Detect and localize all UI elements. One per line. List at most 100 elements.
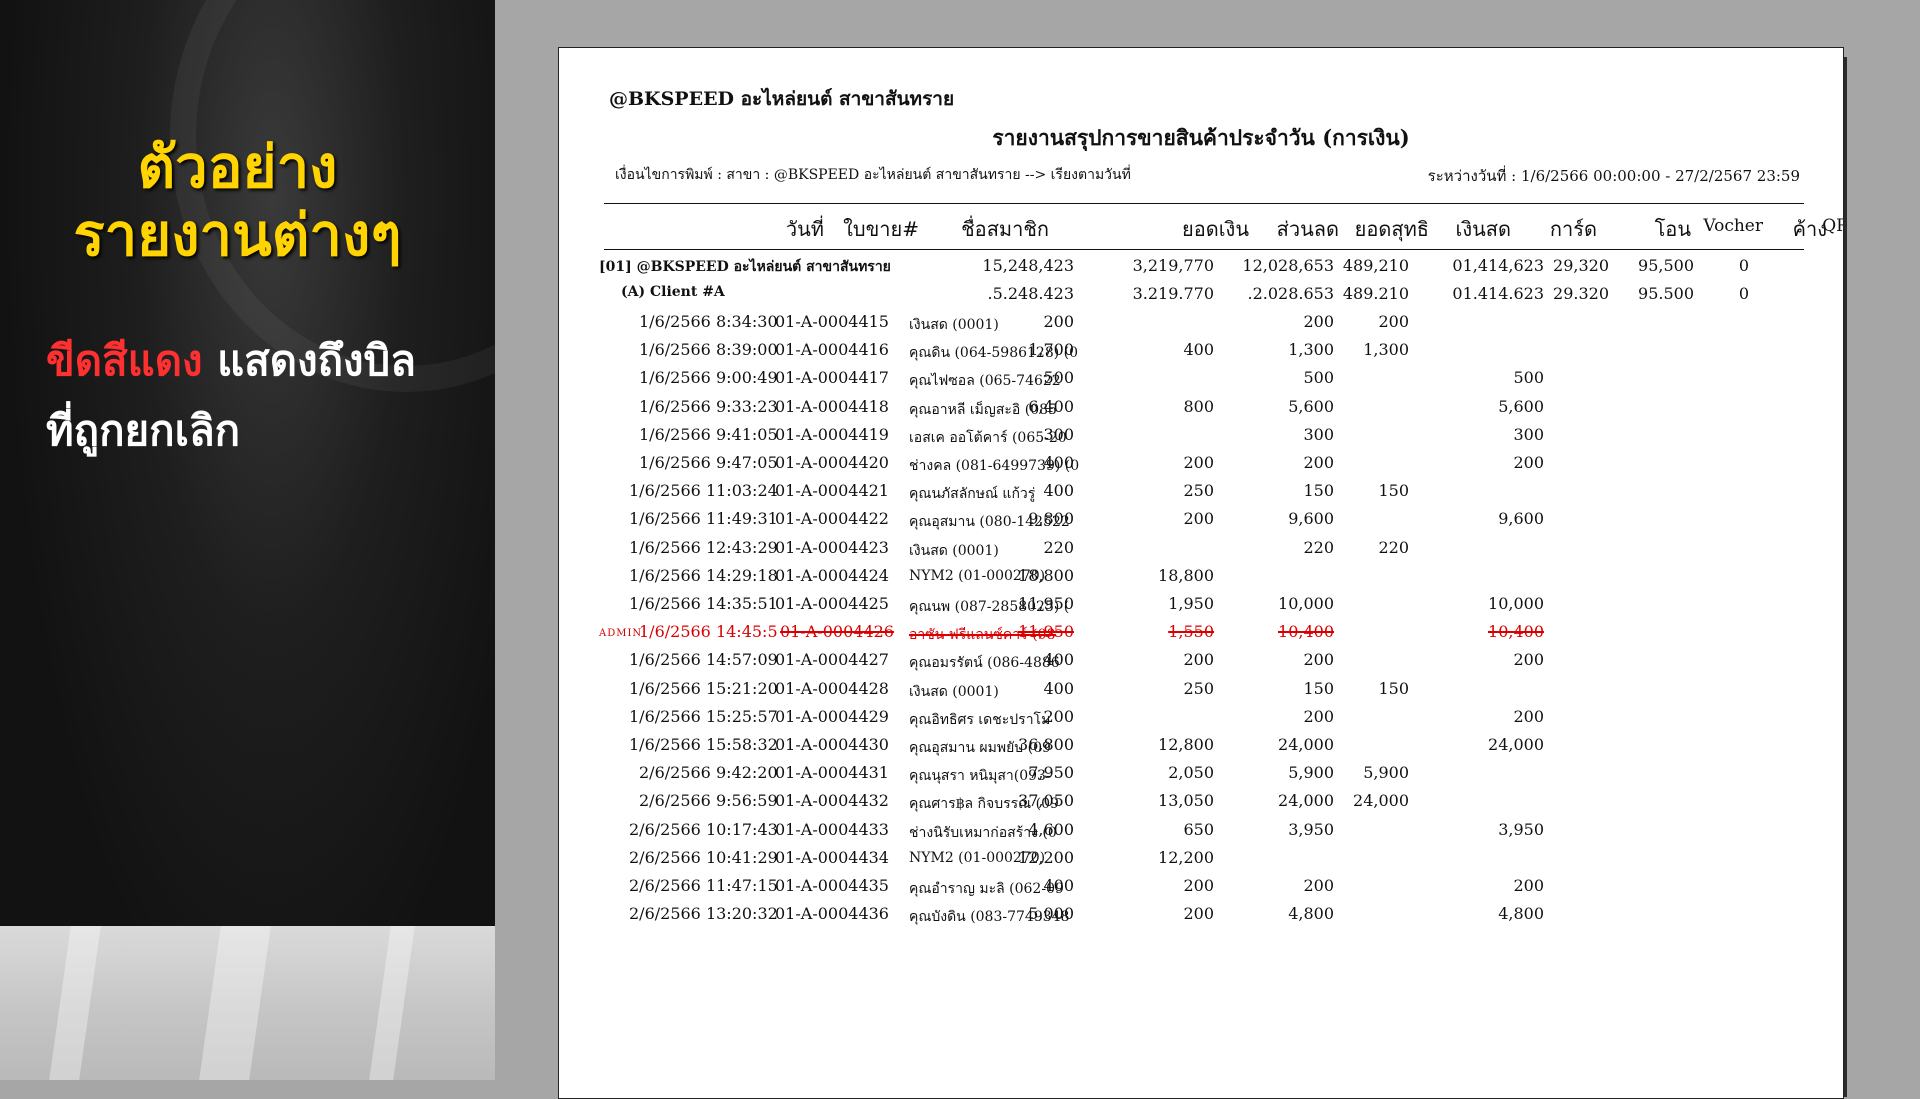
table-row[interactable]: 1/6/2566 9:41:05 01-A-0004419 เอสเค ออโต้ค… [559, 425, 1843, 455]
column-header: โอน [1654, 217, 1691, 241]
row-date: 1/6/2566 15:21:20 [629, 678, 778, 698]
row-amount: 400 [1043, 650, 1074, 670]
row-discount: 200 [1183, 904, 1214, 924]
subtitle-line1: ขีดสีแดง แสดงถึงบิล [46, 336, 416, 386]
row-cash: 150 [1378, 678, 1409, 698]
row-date: 1/6/2566 9:41:05 [639, 424, 778, 444]
table-row[interactable]: 2/6/2566 10:41:29 01-A-0004434 NYM2 (01-00… [559, 848, 1843, 878]
row-bill-no: 01-A-0004416 [775, 340, 889, 360]
row-amount: 11,950 [1018, 594, 1074, 613]
row-bill-no: 01-A-0004417 [775, 368, 889, 388]
row-net: 10,000 [1278, 594, 1334, 613]
row-amount: 200 [1043, 706, 1074, 726]
row-amount: 220 [1043, 537, 1074, 557]
row-cash: 150 [1378, 481, 1409, 501]
row-date: 1/6/2566 14:35:51 [629, 594, 778, 613]
total-label: (A) Client #A [621, 284, 725, 300]
table-row[interactable]: 1/6/2566 11:03:24 01-A-0004421 คุณนภัสลักษ… [559, 481, 1843, 511]
row-transfer: 3,950 [1498, 819, 1544, 839]
table-row[interactable]: 1/6/2566 8:39:00 01-A-0004416 คุณดิน (064-… [559, 340, 1843, 370]
row-date: 2/6/2566 13:20:32 [629, 904, 778, 924]
row-discount: 2,050 [1168, 763, 1214, 783]
header-top-rule [604, 203, 1804, 204]
column-header: Vocher [1703, 216, 1763, 236]
row-bill-no: 01-A-0004431 [775, 763, 889, 783]
row-bill-no: 01-A-0004428 [775, 678, 889, 698]
column-header: ใบขาย# [843, 217, 919, 241]
row-date: 1/6/2566 14:29:18 [629, 565, 778, 585]
table-row[interactable]: 2/6/2566 9:42:20 01-A-0004431 คุณนุสรา หนิ… [559, 763, 1843, 793]
table-row[interactable]: 2/6/2566 13:20:32 01-A-0004436 คุณบังดิน (… [559, 904, 1843, 934]
table-row[interactable]: 2/6/2566 10:17:43 01-A-0004433 ช่างนิรับเห… [559, 820, 1843, 850]
row-date: 1/6/2566 15:25:57 [629, 706, 778, 726]
table-row[interactable]: 1/6/2566 12:43:29 01-A-0004423 เงินสด (000… [559, 538, 1843, 568]
table-row[interactable]: 1/6/2566 9:33:23 01-A-0004418 คุณอาหลี เม็… [559, 397, 1843, 427]
row-amount: 200 [1043, 312, 1074, 331]
table-row[interactable]: 1/6/2566 9:00:49 01-A-0004417 คุณไฟซอล (06… [559, 368, 1843, 398]
row-transfer: 4,800 [1498, 904, 1544, 924]
row-bill-no: 01-A-0004419 [775, 424, 889, 444]
client-total-row: (A) Client #A .5.248.423 3.219.770.2.028.6… [559, 284, 1843, 314]
report-title: รายงานสรุปการขายสินค้าประจำวัน (การเงิน) [992, 125, 1410, 150]
row-amount: 4,600 [1028, 819, 1074, 839]
row-discount: 1,950 [1168, 594, 1214, 613]
row-discount: 200 [1183, 509, 1214, 529]
row-discount: 200 [1183, 650, 1214, 670]
row-bill-no: 01-A-0004421 [775, 481, 889, 501]
table-row[interactable]: 1/6/2566 9:47:05 01-A-0004420 ช่างคล (081-… [559, 453, 1843, 483]
column-header: QR [1822, 216, 1843, 236]
table-row[interactable]: 2/6/2566 9:56:59 01-A-0004432 คุณศาร฿ล กิจ… [559, 791, 1843, 821]
row-discount: 200 [1183, 876, 1214, 895]
row-date: 1/6/2566 8:34:30 [639, 312, 778, 331]
row-net: 3,950 [1288, 819, 1334, 839]
row-bill-no: 01-A-0004435 [775, 876, 889, 895]
report-page: @BKSPEED อะไหล่ยนต์ สาขาสันทราย รายงานสร… [558, 47, 1844, 1099]
table-row[interactable]: 1/6/2566 14:29:18 01-A-0004424 NYM2 (01-00… [559, 566, 1843, 596]
table-row[interactable]: 2/6/2566 11:47:15 01-A-0004435 คุณอำราญ มะ… [559, 876, 1843, 906]
row-amount: 400 [1043, 678, 1074, 698]
row-discount: 12,800 [1158, 735, 1214, 754]
row-transfer: 200 [1513, 650, 1544, 670]
total-label: [01] @BKSPEED อะไหล่ยนต์ สาขาสันทราย [599, 259, 891, 275]
row-transfer: 10,400 [1488, 622, 1544, 642]
row-bill-no: 01-A-0004430 [775, 735, 889, 754]
header-bottom-rule [604, 249, 1804, 250]
table-row[interactable]: 1/6/2566 14:35:51 01-A-0004425 คุณนพ (087-… [559, 594, 1843, 624]
row-transfer: 300 [1513, 424, 1544, 444]
total-cash: 489.210 [1342, 284, 1409, 303]
row-amount: 400 [1043, 453, 1074, 472]
row-cash: 24,000 [1353, 791, 1409, 811]
row-net: 4,800 [1288, 904, 1334, 924]
table-row[interactable]: 1/6/2566 15:21:20 01-A-0004428 เงินสด (000… [559, 679, 1843, 709]
total-qr: 0 [1738, 256, 1749, 275]
row-date: 1/6/2566 15:58:32 [629, 735, 778, 754]
total-amount: .5.248.423 [987, 284, 1074, 303]
row-bill-no: 01-A-0004415 [775, 312, 889, 331]
row-amount: 11,950 [1018, 622, 1074, 642]
row-bill-no: 01-A-0004429 [775, 706, 889, 726]
table-row[interactable]: 1/6/2566 15:58:32 01-A-0004430 คุณอุสมาน ผ… [559, 735, 1843, 765]
total-discount: 3.219.770 [1132, 284, 1214, 303]
row-date: 1/6/2566 8:39:00 [639, 340, 778, 360]
table-row[interactable]: 1/6/2566 8:34:30 01-A-0004415 เงินสด (0001… [559, 312, 1843, 342]
table-row[interactable]: 1/6/2566 11:49:31 01-A-0004422 คุณอุสมาน (… [559, 509, 1843, 539]
row-date: 1/6/2566 9:00:49 [639, 368, 778, 388]
company-name: @BKSPEED อะไหล่ยนต์ สาขาสันทราย [609, 88, 955, 110]
row-date: 1/6/2566 9:33:23 [639, 396, 778, 416]
column-header: ชื่อสมาชิก [961, 217, 1049, 241]
branch-total-row: [01] @BKSPEED อะไหล่ยนต์ สาขาสันทราย 15,2… [559, 256, 1843, 286]
cancelled-bill-row[interactable]: ADMIN 1/6/2566 14:45:5 01-A-0004426 อาซัน ฟ… [559, 622, 1843, 652]
row-transfer: 200 [1513, 876, 1544, 895]
column-header: ยอดเงิน [1182, 217, 1249, 241]
subtitle-rest-text: แสดงถึงบิล [202, 336, 416, 385]
row-net: 300 [1303, 424, 1334, 444]
column-header: ยอดสุทธิ [1354, 217, 1429, 241]
row-date: 1/6/2566 12:43:29 [629, 537, 778, 557]
table-row[interactable]: 1/6/2566 15:25:57 01-A-0004429 คุณอิทธิศร … [559, 707, 1843, 737]
row-amount: 300 [1043, 424, 1074, 444]
table-row[interactable]: 1/6/2566 14:57:09 01-A-0004427 คุณอมรรัตน์… [559, 650, 1843, 680]
row-discount: 250 [1183, 481, 1214, 501]
row-discount: 400 [1183, 340, 1214, 360]
row-date: 1/6/2566 11:49:31 [629, 509, 778, 529]
headline-line1: ตัวอย่าง [137, 133, 338, 201]
